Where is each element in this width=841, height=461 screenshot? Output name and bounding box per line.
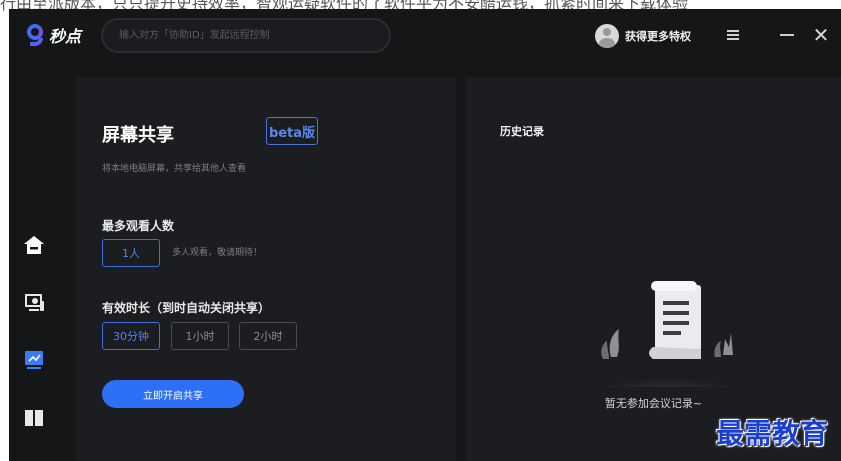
app-name: 秒点 [49, 27, 82, 46]
app-window: 秒点 获得更多特权 ✕ [9, 9, 841, 461]
duration-30min-button[interactable]: 30分钟 [102, 322, 160, 350]
history-panel: 历史记录 暂无参加会议记录~ [466, 77, 841, 461]
viewers-hint: 多人观看，敬请期待！ [172, 248, 263, 258]
remote-id-input[interactable] [103, 20, 389, 51]
close-icon[interactable]: ✕ [809, 23, 833, 47]
menu-icon[interactable] [721, 23, 745, 47]
duration-1h-button[interactable]: 1小时 [171, 322, 229, 350]
watermark: 最需教育 [716, 417, 829, 450]
app-logo: 秒点 [27, 23, 81, 47]
max-viewers-label: 最多观看人数 [102, 219, 175, 233]
profile-label[interactable]: 获得更多特权 [625, 28, 691, 44]
book-icon[interactable] [22, 407, 46, 429]
duration-label: 有效时长（到时自动关闭共享） [102, 301, 271, 315]
duration-2h-button[interactable]: 2小时 [239, 322, 297, 350]
start-share-button[interactable]: 立即开启共享 [102, 380, 244, 408]
history-title: 历史记录 [500, 125, 544, 138]
page-title: 屏幕共享 [102, 125, 174, 146]
avatar[interactable] [595, 24, 619, 48]
viewers-1-button[interactable]: 1人 [102, 239, 160, 267]
logo-icon [27, 24, 43, 46]
sidebar [9, 62, 59, 461]
home-icon[interactable] [22, 234, 46, 256]
screen-share-icon[interactable] [22, 349, 46, 371]
title-bar: 秒点 获得更多特权 ✕ [9, 9, 841, 62]
beta-badge: beta版 [266, 117, 318, 145]
remote-desktop-icon[interactable] [22, 292, 46, 314]
empty-history-text: 暂无参加会议记录~ [604, 397, 703, 410]
page-subtitle: 将本地电脑屏幕，共享给其他人查看 [102, 164, 247, 174]
screen-share-panel: 屏幕共享 beta版 将本地电脑屏幕，共享给其他人查看 最多观看人数 1人 多人… [76, 77, 456, 461]
profile-button[interactable]: 获得更多特权 [595, 24, 691, 48]
minimize-icon[interactable] [775, 23, 799, 47]
search-box[interactable] [101, 18, 391, 53]
empty-state-illustration [573, 277, 763, 419]
